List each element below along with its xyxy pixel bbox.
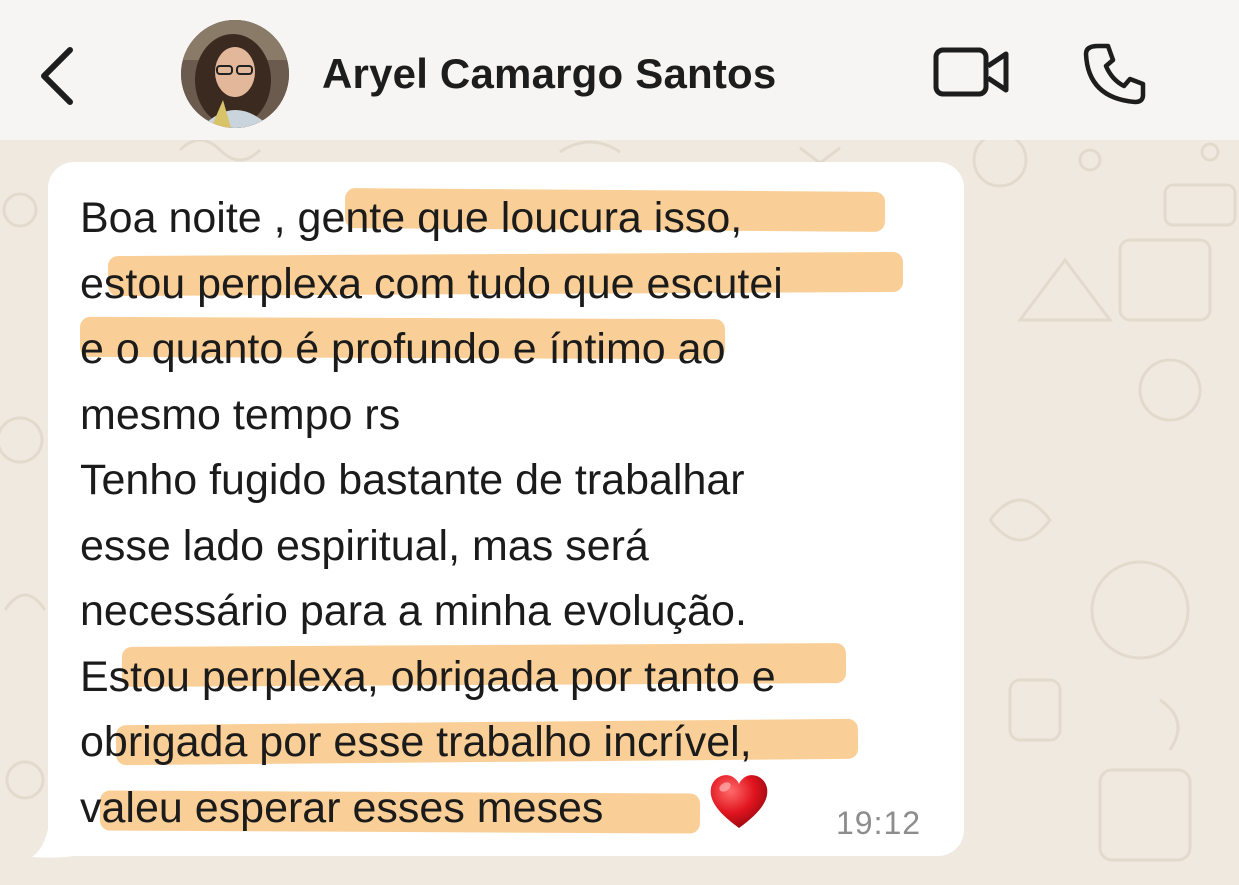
message-line: Boa noite , gente que loucura isso, [80, 194, 743, 242]
chat-header: Aryel Camargo Santos [0, 0, 1239, 140]
message-line: Estou perplexa, obrigada por tanto e [80, 652, 776, 701]
message-line: esse lado espiritual, mas será [80, 521, 649, 570]
message-timestamp: 19:12 [836, 805, 922, 841]
contact-name[interactable]: Aryel Camargo Santos [322, 50, 776, 98]
message-line: obrigada por esse trabalho incrível, [80, 718, 752, 766]
avatar[interactable] [181, 20, 289, 128]
message-text: Boa noite , gente que loucura isso, esto… [80, 186, 940, 841]
message-line: mesmo tempo rs [80, 390, 401, 439]
message-line: e o quanto é profundo e íntimo ao [80, 325, 726, 373]
message-line: Tenho fugido bastante de trabalhar [80, 456, 745, 504]
message-line: estou perplexa com tudo que escutei [80, 259, 783, 308]
avatar-photo [181, 20, 289, 128]
message-line: necessário para a minha evolução. [80, 587, 747, 635]
video-camera-icon[interactable] [930, 40, 1014, 104]
chevron-left-icon[interactable] [30, 40, 90, 110]
phone-icon[interactable] [1080, 38, 1150, 108]
message-line: valeu esperar esses meses [80, 783, 604, 832]
red-heart-icon [710, 775, 768, 828]
